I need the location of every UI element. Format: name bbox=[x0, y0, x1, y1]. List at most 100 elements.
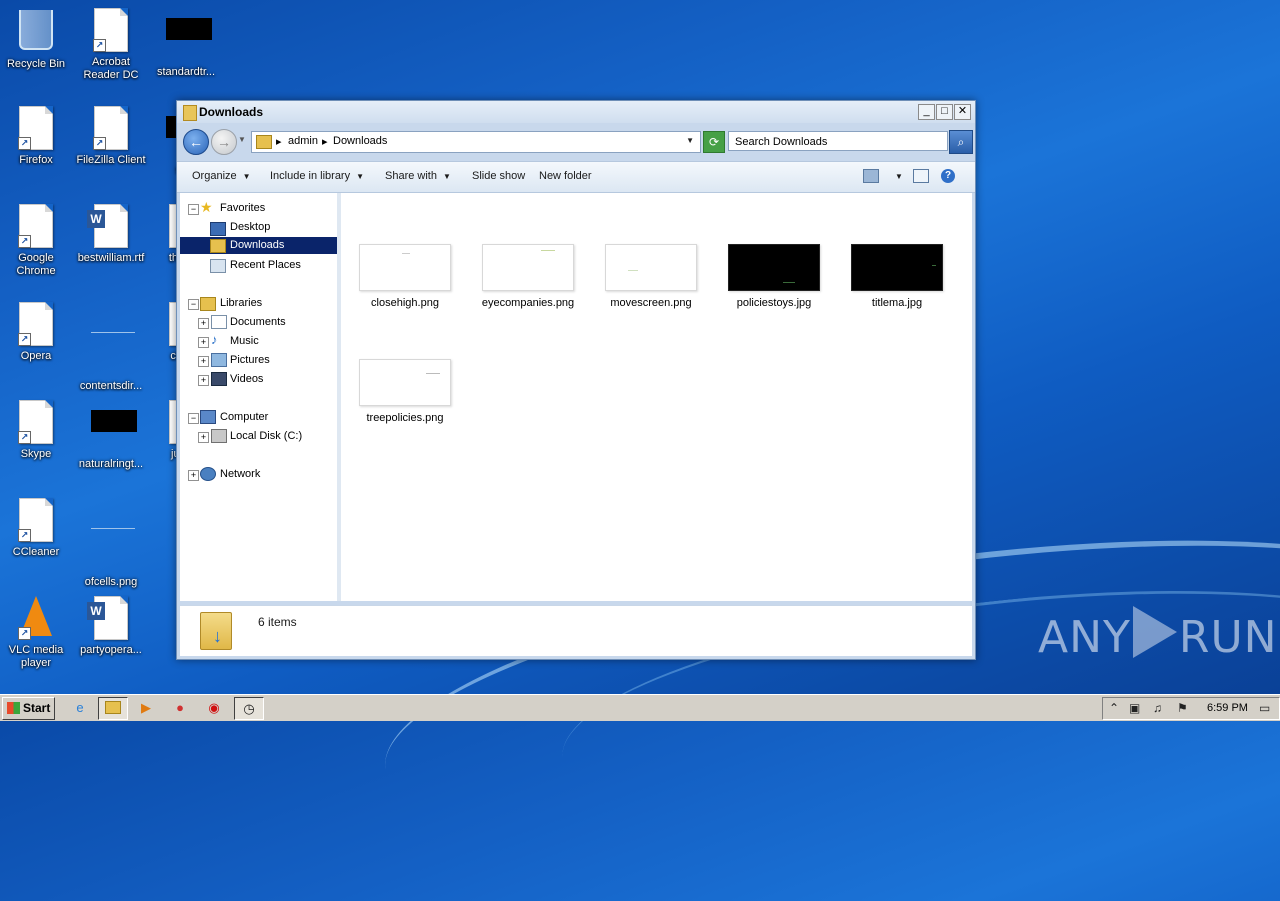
taskbar: Start e ▶ ● ◉ ◷ ⌃ ▣ ♫ ⚑ 6:59 PM ▭ bbox=[0, 694, 1280, 721]
recycle-bin-icon bbox=[19, 10, 53, 50]
desktop-icon-label: ofcells.png bbox=[84, 576, 138, 588]
desktop-icon-ccleaner[interactable]: ↗ CCleaner bbox=[0, 498, 72, 559]
shortcut-arrow-icon: ↗ bbox=[18, 431, 31, 444]
nav-pictures[interactable]: Pictures bbox=[230, 352, 270, 369]
internet-explorer-icon[interactable]: e bbox=[66, 697, 94, 718]
breadcrumb-downloads[interactable]: Downloads bbox=[333, 135, 387, 147]
collapse-icon[interactable]: − bbox=[188, 204, 199, 215]
nav-downloads[interactable]: Downloads bbox=[180, 237, 337, 254]
close-button[interactable]: ✕ bbox=[954, 104, 971, 120]
media-player-icon[interactable]: ▶ bbox=[132, 697, 160, 718]
nav-videos[interactable]: Videos bbox=[230, 371, 263, 388]
desktop-icon-standardtr[interactable]: standardtr... bbox=[150, 8, 222, 79]
expand-icon[interactable]: + bbox=[198, 318, 209, 329]
change-view-icon[interactable] bbox=[863, 169, 879, 183]
desktop-icon-label: standardtr... bbox=[156, 66, 216, 78]
network-icon[interactable]: ▣ bbox=[1129, 701, 1140, 715]
organize-menu[interactable]: Organize ▼ bbox=[192, 170, 251, 182]
search-icon[interactable]: ⌕ bbox=[949, 130, 973, 154]
desktop-icon-contentsdir[interactable]: contentsdir... bbox=[75, 302, 147, 393]
file-item[interactable]: titlema.jpg bbox=[847, 244, 947, 309]
desktop-icon-naturalringt[interactable]: naturalringt... bbox=[75, 400, 147, 471]
search-input[interactable]: Search Downloads bbox=[728, 131, 948, 151]
desktop-icon-label: Firefox bbox=[19, 154, 53, 166]
desktop-icon-chrome[interactable]: ↗ Google Chrome bbox=[0, 204, 72, 278]
new-folder-button[interactable]: New folder bbox=[539, 170, 592, 182]
details-pane: ↓ 6 items bbox=[180, 605, 972, 656]
nav-favorites[interactable]: Favorites bbox=[220, 200, 265, 217]
nav-libraries[interactable]: Libraries bbox=[220, 295, 262, 312]
show-desktop-icon[interactable]: ▭ bbox=[1259, 701, 1270, 715]
desktop-icon-recycle-bin[interactable]: Recycle Bin bbox=[0, 8, 72, 71]
image-thumbnail bbox=[605, 244, 697, 291]
desktop-icon-skype[interactable]: ↗ Skype bbox=[0, 400, 72, 461]
show-hidden-icons-icon[interactable]: ⌃ bbox=[1109, 701, 1119, 715]
help-icon[interactable]: ? bbox=[941, 169, 955, 183]
desktop-icon-filezilla[interactable]: ↗ FileZilla Client bbox=[75, 106, 147, 167]
nav-network[interactable]: Network bbox=[220, 466, 260, 483]
desktop-icon-opera[interactable]: ↗ Opera bbox=[0, 302, 72, 363]
expand-icon[interactable]: + bbox=[198, 432, 209, 443]
nav-computer[interactable]: Computer bbox=[220, 409, 268, 426]
expand-icon[interactable]: + bbox=[198, 375, 209, 386]
history-dropdown-icon[interactable]: ▼ bbox=[238, 135, 246, 144]
desktop-icon-acrobat[interactable]: ↗ Acrobat Reader DC bbox=[75, 8, 147, 82]
chrome-icon[interactable]: ● bbox=[166, 697, 194, 718]
expand-icon[interactable]: + bbox=[198, 356, 209, 367]
refresh-button[interactable]: ⟳ bbox=[703, 131, 725, 153]
explorer-taskbar-button[interactable] bbox=[98, 697, 128, 720]
view-options-dropdown[interactable]: ▼ bbox=[889, 170, 903, 182]
window-titlebar[interactable]: Downloads _ □ ✕ bbox=[177, 101, 975, 123]
expand-icon[interactable]: + bbox=[198, 337, 209, 348]
collapse-icon[interactable]: − bbox=[188, 299, 199, 310]
desktop-icon-ofcells[interactable]: ofcells.png bbox=[75, 498, 147, 589]
include-in-library-menu[interactable]: Include in library ▼ bbox=[270, 170, 364, 182]
nav-local-disk[interactable]: Local Disk (C:) bbox=[230, 428, 302, 445]
address-dropdown-icon[interactable]: ▼ bbox=[686, 136, 694, 145]
start-button[interactable]: Start bbox=[2, 697, 55, 720]
back-button[interactable]: ← bbox=[183, 129, 209, 155]
anyrun-watermark: ANY RUN bbox=[1038, 606, 1278, 663]
chevron-down-icon: ▼ bbox=[442, 172, 451, 181]
nav-music[interactable]: Music bbox=[230, 333, 259, 350]
expand-icon[interactable]: + bbox=[188, 470, 199, 481]
file-item[interactable]: movescreen.png bbox=[601, 244, 701, 309]
organize-label: Organize bbox=[192, 170, 237, 182]
volume-icon[interactable]: ♫ bbox=[1153, 701, 1162, 715]
action-center-flag-icon[interactable]: ⚑ bbox=[1177, 701, 1188, 715]
libraries-icon bbox=[200, 297, 216, 311]
breadcrumb-separator-icon[interactable]: ▸ bbox=[322, 135, 328, 148]
opera-icon[interactable]: ◉ bbox=[200, 697, 228, 718]
file-item[interactable]: policiestoys.jpg bbox=[724, 244, 824, 309]
desktop-icon-partyopera[interactable]: W partyopera... bbox=[75, 596, 147, 657]
recent-places-icon bbox=[210, 259, 226, 273]
maximize-button[interactable]: □ bbox=[936, 104, 953, 120]
preview-pane-icon[interactable] bbox=[913, 169, 929, 183]
desktop-icon-label: Acrobat Reader DC bbox=[83, 56, 139, 81]
minimize-button[interactable]: _ bbox=[918, 104, 935, 120]
file-item[interactable]: closehigh.png bbox=[355, 244, 455, 309]
share-with-menu[interactable]: Share with ▼ bbox=[385, 170, 451, 182]
file-name: movescreen.png bbox=[610, 297, 692, 309]
desktop-icon-label: Skype bbox=[20, 448, 52, 460]
image-thumbnail bbox=[359, 359, 451, 406]
file-item[interactable]: treepolicies.png bbox=[355, 359, 455, 424]
breadcrumb-separator-icon[interactable]: ▸ bbox=[276, 135, 282, 148]
desktop-icon-firefox[interactable]: ↗ Firefox bbox=[0, 106, 72, 167]
image-thumbnail bbox=[359, 244, 451, 291]
slide-show-button[interactable]: Slide show bbox=[472, 170, 525, 182]
file-name: policiestoys.jpg bbox=[736, 297, 812, 309]
forward-button[interactable]: → bbox=[211, 129, 237, 155]
nav-recent-places[interactable]: Recent Places bbox=[230, 257, 301, 274]
collapse-icon[interactable]: − bbox=[188, 413, 199, 424]
nav-desktop[interactable]: Desktop bbox=[230, 219, 270, 236]
file-item[interactable]: eyecompanies.png bbox=[478, 244, 578, 309]
nav-documents[interactable]: Documents bbox=[230, 314, 286, 331]
clock-app-icon[interactable]: ◷ bbox=[234, 697, 264, 720]
shortcut-arrow-icon: ↗ bbox=[18, 627, 31, 640]
clock[interactable]: 6:59 PM bbox=[1207, 702, 1248, 714]
desktop-icon-bestwilliam[interactable]: W bestwilliam.rtf bbox=[75, 204, 147, 265]
breadcrumb-admin[interactable]: admin bbox=[288, 135, 318, 147]
desktop-icon-vlc[interactable]: ↗ VLC media player bbox=[0, 596, 72, 670]
address-bar[interactable]: ▸ admin ▸ Downloads ▼ bbox=[251, 131, 701, 153]
